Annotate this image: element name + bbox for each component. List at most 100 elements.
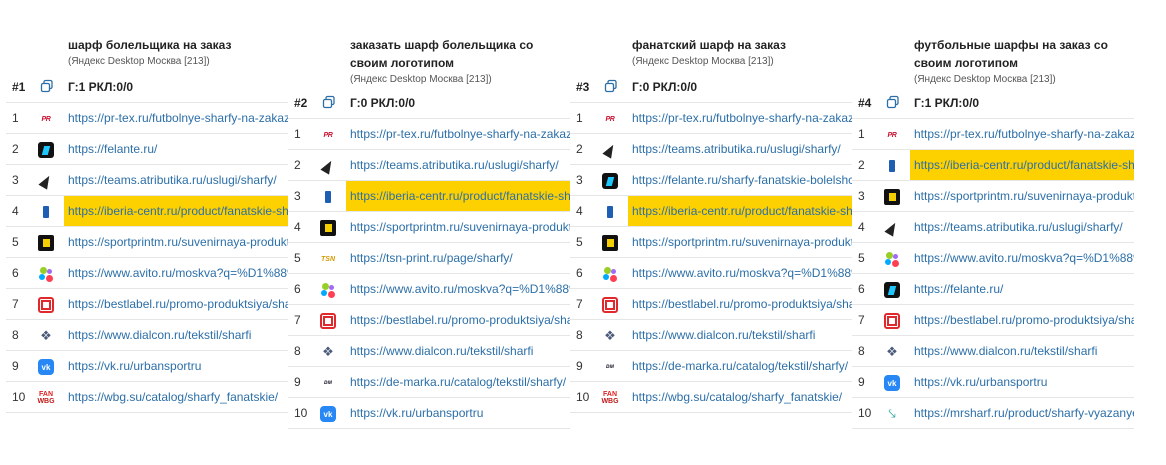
result-url-link[interactable]: https://www.dialcon.ru/tekstil/sharfi [350, 336, 570, 367]
result-row: 6 https://www.avito.ru/moskva?q=%D1%88%D0… [288, 274, 570, 305]
url-cell: https://sportprintm.ru/suvenirnaya-produ… [64, 227, 288, 257]
result-row: 1 PR https://pr-tex.ru/futbolnye-sharfy-na… [852, 119, 1134, 150]
iberia-favicon-icon [320, 189, 336, 205]
highlighted-url-cell: https://iberia-centr.ru/product/fanatski… [346, 181, 570, 211]
copy-icon[interactable] [40, 79, 54, 93]
result-url-link[interactable]: https://felante.ru/ [914, 274, 1134, 305]
result-url-link[interactable]: https://www.avito.ru/moskva?q=%D1%88%D0%… [350, 274, 570, 305]
result-url-link[interactable]: https://www.avito.ru/moskva?q=%D1%88%D0%… [914, 243, 1134, 274]
result-row: 10 https://mrsharf.ru/product/sharfy-vyaz… [852, 398, 1134, 429]
url-cell: https://tsn-print.ru/page/sharfy/ [346, 243, 570, 273]
result-url-link[interactable]: https://pr-tex.ru/futbolnye-sharfy-na-za… [68, 103, 288, 134]
query-title: футбольные шарфы на заказ со своим логот… [914, 38, 1108, 70]
result-url-link[interactable]: https://teams.atributika.ru/uslugi/sharf… [632, 134, 852, 165]
bestlabel-favicon-icon [884, 313, 900, 329]
copy-icon[interactable] [322, 95, 336, 109]
result-url-link[interactable]: https://tsn-print.ru/page/sharfy/ [350, 243, 570, 274]
result-url-link[interactable]: https://iberia-centr.ru/product/fanatski… [914, 150, 1134, 181]
result-url-link[interactable]: https://www.avito.ru/moskva?q=%D1%88%D0%… [632, 258, 852, 289]
query-stats: Г:1 РКЛ:0/0 [68, 80, 134, 94]
result-rank: 6 [12, 266, 19, 280]
query-location: (Яндекс Desktop Москва [213]) [914, 74, 1056, 85]
result-url-link[interactable]: https://sportprintm.ru/suvenirnaya-produ… [68, 227, 288, 258]
results-list: 1 PR https://pr-tex.ru/futbolnye-sharfy-na… [570, 102, 852, 413]
result-url-link[interactable]: https://bestlabel.ru/promo-produktsiya/s… [350, 305, 570, 336]
result-row: 10 FAN WBG https://wbg.su/catalog/sharfy_fa… [6, 382, 288, 413]
vk-favicon-icon: vk [320, 406, 336, 422]
query-number: #3 [576, 80, 590, 94]
url-cell: https://vk.ru/urbansportru [346, 398, 570, 428]
dialcon-favicon-icon [884, 344, 900, 360]
pr-tex-favicon-icon: PR [884, 127, 900, 143]
felante-favicon-icon [602, 173, 618, 189]
result-url-link[interactable]: https://iberia-centr.ru/product/fanatski… [632, 196, 852, 227]
result-url-link[interactable]: https://www.avito.ru/moskva?q=%D1%88%D0%… [68, 258, 288, 289]
result-url-link[interactable]: https://sportprintm.ru/suvenirnaya-produ… [632, 227, 852, 258]
url-cell: https://teams.atributika.ru/uslugi/sharf… [910, 212, 1134, 242]
url-cell: https://de-marka.ru/catalog/tekstil/shar… [628, 351, 852, 381]
result-url-link[interactable]: https://bestlabel.ru/promo-produktsiya/s… [914, 305, 1134, 336]
copy-icon[interactable] [886, 95, 900, 109]
avito-favicon-icon [602, 266, 618, 282]
result-url-link[interactable]: https://felante.ru/sharfy-fanatskie-bole… [632, 165, 852, 196]
result-row: 3 https://teams.atributika.ru/uslugi/shar… [6, 165, 288, 196]
result-url-link[interactable]: https://iberia-centr.ru/product/fanatski… [350, 181, 570, 212]
url-cell: https://wbg.su/catalog/sharfy_fanatskie/ [64, 382, 288, 412]
result-url-link[interactable]: https://bestlabel.ru/promo-produktsiya/s… [68, 289, 288, 320]
result-url-link[interactable]: https://www.dialcon.ru/tekstil/sharfi [632, 320, 852, 351]
bestlabel-favicon-icon [602, 297, 618, 313]
result-url-link[interactable]: https://de-marka.ru/catalog/tekstil/shar… [350, 367, 570, 398]
result-url-link[interactable]: https://felante.ru/ [68, 134, 288, 165]
url-cell: https://vk.ru/urbansportru [64, 351, 288, 381]
result-url-link[interactable]: https://vk.ru/urbansportru [68, 351, 288, 382]
result-url-link[interactable]: https://pr-tex.ru/futbolnye-sharfy-na-za… [350, 119, 570, 150]
result-rank: 3 [858, 189, 865, 203]
result-rank: 3 [12, 173, 19, 187]
query-location: (Яндекс Desktop Москва [213]) [68, 56, 210, 67]
result-url-link[interactable]: https://www.dialcon.ru/tekstil/sharfi [68, 320, 288, 351]
query-column: шарф болельщика на заказ (Яндекс Desktop … [6, 0, 288, 465]
result-rank: 2 [12, 142, 19, 156]
result-rank: 8 [12, 328, 19, 342]
result-url-link[interactable]: https://wbg.su/catalog/sharfy_fanatskie/ [68, 382, 288, 413]
result-rank: 9 [294, 375, 301, 389]
result-url-link[interactable]: https://vk.ru/urbansportru [350, 398, 570, 429]
result-url-link[interactable]: https://mrsharf.ru/product/sharfy-vyazan… [914, 398, 1134, 429]
result-url-link[interactable]: https://bestlabel.ru/promo-produktsiya/s… [632, 289, 852, 320]
de-marka-logo-text: ᴅᴍ [323, 380, 333, 386]
avito-favicon-icon [884, 251, 900, 267]
vk-logo-text: vk [41, 362, 51, 372]
result-rank: 2 [858, 158, 865, 172]
felante-favicon-icon [38, 142, 54, 158]
copy-icon[interactable] [604, 79, 618, 93]
url-cell: https://www.avito.ru/moskva?q=%D1%88%D0%… [64, 258, 288, 288]
iberia-favicon-icon [38, 204, 54, 220]
result-url-link[interactable]: https://sportprintm.ru/suvenirnaya-produ… [350, 212, 570, 243]
result-url-link[interactable]: https://teams.atributika.ru/uslugi/sharf… [914, 212, 1134, 243]
pr-tex-logo-text: PR [323, 131, 333, 139]
result-url-link[interactable]: https://vk.ru/urbansportru [914, 367, 1134, 398]
result-rank: 7 [12, 297, 19, 311]
result-url-link[interactable]: https://pr-tex.ru/futbolnye-sharfy-na-za… [632, 103, 852, 134]
result-rank: 1 [294, 127, 301, 141]
wbg-logo-text-top: FAN [39, 391, 53, 398]
avito-dot [604, 267, 611, 274]
sportprintm-favicon-icon [602, 235, 618, 251]
result-url-link[interactable]: https://www.dialcon.ru/tekstil/sharfi [914, 336, 1134, 367]
url-cell: https://wbg.su/catalog/sharfy_fanatskie/ [628, 382, 852, 412]
url-cell: https://teams.atributika.ru/uslugi/sharf… [64, 165, 288, 195]
result-row: 5 https://www.avito.ru/moskva?q=%D1%88%D0… [852, 243, 1134, 274]
result-url-link[interactable]: https://iberia-centr.ru/product/fanatski… [68, 196, 288, 227]
result-url-link[interactable]: https://teams.atributika.ru/uslugi/sharf… [350, 150, 570, 181]
result-rank: 7 [576, 297, 583, 311]
result-url-link[interactable]: https://wbg.su/catalog/sharfy_fanatskie/ [632, 382, 852, 413]
result-url-link[interactable]: https://sportprintm.ru/suvenirnaya-produ… [914, 181, 1134, 212]
result-rank: 1 [858, 127, 865, 141]
de-marka-favicon-icon: ᴅᴍ [320, 375, 336, 391]
result-url-link[interactable]: https://de-marka.ru/catalog/tekstil/shar… [632, 351, 852, 382]
result-rank: 6 [858, 282, 865, 296]
query-title: шарф болельщика на заказ [68, 38, 232, 52]
avito-dot [885, 259, 891, 265]
result-url-link[interactable]: https://pr-tex.ru/futbolnye-sharfy-na-za… [914, 119, 1134, 150]
result-url-link[interactable]: https://teams.atributika.ru/uslugi/sharf… [68, 165, 288, 196]
